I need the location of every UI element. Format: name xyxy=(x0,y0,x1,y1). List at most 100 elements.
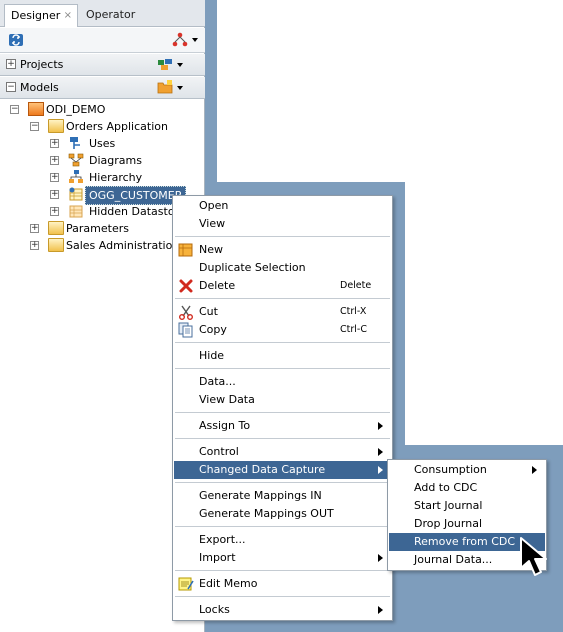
menu-item-changed-data-capture[interactable]: Changed Data Capture xyxy=(174,461,391,479)
tab-designer-label: Designer xyxy=(11,9,61,22)
chevron-down-icon[interactable] xyxy=(177,63,183,67)
tab-operator[interactable]: Operator xyxy=(80,4,150,27)
expand-projects-icon[interactable]: + xyxy=(6,59,16,69)
model-icon xyxy=(48,119,64,133)
tab-operator-label: Operator xyxy=(86,8,136,21)
connect-navigator-icon[interactable] xyxy=(172,32,190,48)
submenu-item-consumption[interactable]: Consumption xyxy=(389,461,545,479)
hidden-datastore-icon xyxy=(69,205,83,218)
expand-icon[interactable]: + xyxy=(50,190,59,199)
expand-icon[interactable]: + xyxy=(50,173,59,182)
menu-item-label: New xyxy=(199,243,223,256)
submenu-arrow-icon xyxy=(532,466,537,474)
tree-node-odi-demo[interactable]: − ODI_DEMO xyxy=(10,101,200,118)
tree-node-hierarchy[interactable]: + Hierarchy xyxy=(50,169,200,186)
hierarchy-icon xyxy=(69,170,83,183)
menu-item-label: Data... xyxy=(199,375,236,388)
menu-item-view[interactable]: View xyxy=(174,215,391,233)
menu-item-label: Drop Journal xyxy=(414,517,483,530)
new-icon xyxy=(178,243,193,257)
submenu-arrow-icon xyxy=(378,554,383,562)
menu-item-label: View xyxy=(199,217,226,230)
chevron-down-icon[interactable] xyxy=(177,86,183,90)
menu-separator xyxy=(175,236,390,237)
expand-icon[interactable]: + xyxy=(50,139,59,148)
menu-item-label: View Data xyxy=(199,393,255,406)
expand-icon[interactable]: + xyxy=(30,241,39,250)
mouse-cursor-icon xyxy=(520,537,547,576)
menu-item-label: Start Journal xyxy=(414,499,483,512)
submenu-arrow-icon xyxy=(378,448,383,456)
menu-separator xyxy=(175,298,390,299)
chevron-down-icon[interactable] xyxy=(192,38,198,42)
scissors-icon xyxy=(179,305,193,320)
tree-node-label: Orders Application xyxy=(66,120,168,133)
menu-item-edit-memo[interactable]: Edit Memo xyxy=(174,575,391,593)
menu-item-label: Hide xyxy=(199,349,225,362)
accordion-projects[interactable]: + Projects xyxy=(0,54,205,76)
menu-item-generate-mappings-in[interactable]: Generate Mappings IN xyxy=(174,487,391,505)
accordion-models-label: Models xyxy=(20,81,59,94)
menu-item-locks[interactable]: Locks xyxy=(174,601,391,619)
model-folder-icon xyxy=(28,102,44,116)
new-model-folder-icon[interactable] xyxy=(157,80,173,94)
menu-item-label: Delete xyxy=(199,279,236,292)
menu-item-label: Generate Mappings IN xyxy=(199,489,322,502)
menu-item-label: Control xyxy=(199,445,239,458)
navigator-toolbar xyxy=(0,28,205,53)
submenu-item-add-to-cdc[interactable]: Add to CDC xyxy=(389,479,545,497)
tree-node-uses[interactable]: + Uses xyxy=(50,135,200,152)
menu-separator xyxy=(175,482,390,483)
model-icon xyxy=(48,238,64,252)
shortcut-label: Ctrl-X xyxy=(340,306,367,317)
menu-item-new[interactable]: New xyxy=(174,241,391,259)
menu-item-open[interactable]: Open xyxy=(174,197,391,215)
menu-item-label: Consumption xyxy=(414,463,487,476)
menu-item-generate-mappings-out[interactable]: Generate Mappings OUT xyxy=(174,505,391,523)
expand-icon[interactable]: + xyxy=(30,224,39,233)
accordion-projects-label: Projects xyxy=(20,58,64,71)
submenu-arrow-icon xyxy=(378,606,383,614)
tree-node-label: Uses xyxy=(89,137,116,150)
collapse-icon[interactable]: − xyxy=(30,122,39,131)
shortcut-label: Ctrl-C xyxy=(340,324,367,335)
menu-item-hide[interactable]: Hide xyxy=(174,347,391,365)
submenu-item-start-journal[interactable]: Start Journal xyxy=(389,497,545,515)
submenu-arrow-icon xyxy=(378,422,383,430)
menu-item-label: Locks xyxy=(199,603,230,616)
menu-item-cut[interactable]: Cut Ctrl-X xyxy=(174,303,391,321)
refresh-icon[interactable] xyxy=(8,32,24,48)
menu-item-data[interactable]: Data... xyxy=(174,373,391,391)
shortcut-label: Delete xyxy=(340,280,372,291)
uses-icon xyxy=(70,137,80,149)
context-menu: Open View New Duplicate Selection Delete… xyxy=(172,195,393,621)
collapse-models-icon[interactable]: − xyxy=(6,82,16,92)
submenu-arrow-icon xyxy=(378,466,383,474)
accordion-models[interactable]: − Models xyxy=(0,77,205,99)
menu-item-label: Generate Mappings OUT xyxy=(199,507,334,520)
expand-icon[interactable]: + xyxy=(50,207,59,216)
new-project-icon[interactable] xyxy=(157,57,173,71)
menu-item-copy[interactable]: Copy Ctrl-C xyxy=(174,321,391,339)
memo-icon xyxy=(178,577,194,591)
menu-separator xyxy=(175,412,390,413)
menu-item-control[interactable]: Control xyxy=(174,443,391,461)
menu-separator xyxy=(175,570,390,571)
tree-node-diagrams[interactable]: + Diagrams xyxy=(50,152,200,169)
submenu-item-drop-journal[interactable]: Drop Journal xyxy=(389,515,545,533)
menu-separator xyxy=(175,342,390,343)
collapse-icon[interactable]: − xyxy=(10,105,19,114)
menu-item-view-data[interactable]: View Data xyxy=(174,391,391,409)
model-icon xyxy=(48,221,64,235)
menu-item-assign-to[interactable]: Assign To xyxy=(174,417,391,435)
tree-node-label: Parameters xyxy=(66,222,129,235)
tree-node-orders-application[interactable]: − Orders Application xyxy=(30,118,200,135)
menu-item-duplicate-selection[interactable]: Duplicate Selection xyxy=(174,259,391,277)
close-icon[interactable]: × xyxy=(64,5,72,27)
menu-item-export[interactable]: Export... xyxy=(174,531,391,549)
menu-item-import[interactable]: Import xyxy=(174,549,391,567)
expand-icon[interactable]: + xyxy=(50,156,59,165)
tab-designer[interactable]: Designer × xyxy=(4,4,78,27)
menu-item-delete[interactable]: Delete Delete xyxy=(174,277,391,295)
menu-item-label: Import xyxy=(199,551,236,564)
